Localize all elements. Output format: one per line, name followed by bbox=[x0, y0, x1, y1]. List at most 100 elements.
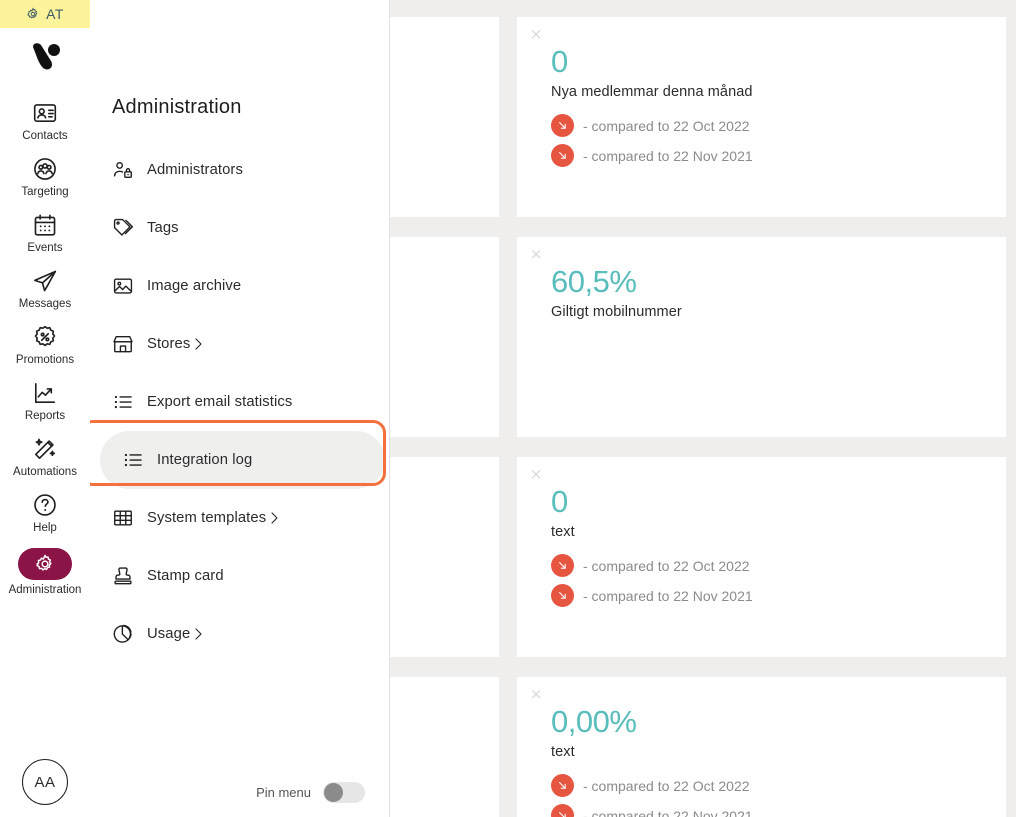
menu-item-usage[interactable]: Usage bbox=[90, 605, 389, 663]
comparison-row: - compared to 22 Oct 2022 bbox=[551, 774, 984, 797]
comparison-text: - compared to 22 Nov 2021 bbox=[583, 147, 753, 164]
menu-list: Administrators Tags Image archive Stores Exp… bbox=[90, 141, 389, 663]
nav-item-label: Reports bbox=[24, 410, 66, 422]
comparison-list: - compared to 22 Oct 2022 - compared to 2… bbox=[551, 114, 984, 167]
avatar-initials: AA bbox=[22, 759, 68, 805]
pin-menu-toggle[interactable] bbox=[323, 782, 365, 803]
pin-menu-row[interactable]: Pin menu bbox=[256, 782, 365, 803]
menu-title: Administration bbox=[112, 96, 242, 118]
comparison-list: - compared to 22 Oct 2022 - compared to 2… bbox=[551, 554, 984, 607]
metric-card: × 0 Nya medlemmar denna månad - compared to… bbox=[517, 17, 1006, 217]
menu-item-label: Export email statistics bbox=[147, 394, 293, 410]
metric-card: × 0,00% text - compared to 22 Oct 2022- com… bbox=[517, 677, 1006, 817]
metric-card: × 0 text - compared to 22 Oct 2022- compare… bbox=[517, 457, 1006, 657]
card-close-icon[interactable]: × bbox=[529, 247, 543, 262]
primary-nav-rail: AT Contacts Targeting Events Messages Promot… bbox=[0, 0, 90, 817]
nav-item-label: Promotions bbox=[15, 354, 75, 366]
menu-item-label: Image archive bbox=[147, 278, 242, 294]
menu-item-tags[interactable]: Tags bbox=[90, 199, 389, 257]
trend-down-icon bbox=[551, 584, 574, 607]
nav-item-label: Messages bbox=[18, 298, 72, 310]
menu-item-stores[interactable]: Stores bbox=[90, 315, 389, 373]
trend-down-icon bbox=[551, 554, 574, 577]
nav-item-automations[interactable]: Automations bbox=[0, 430, 90, 486]
menu-item-label: Stores bbox=[147, 336, 191, 352]
card-close-icon[interactable]: × bbox=[529, 687, 543, 702]
card-close-icon[interactable]: × bbox=[529, 27, 543, 42]
chevron-right-icon[interactable] bbox=[266, 510, 282, 526]
trend-down-icon bbox=[551, 774, 574, 797]
menu-item-label: System templates bbox=[147, 510, 267, 526]
comparison-text: - compared to 22 Nov 2021 bbox=[583, 587, 753, 604]
menu-item-export-email-statistics[interactable]: Export email statistics bbox=[90, 373, 389, 431]
audience-circle-icon bbox=[32, 156, 58, 182]
trend-down-icon bbox=[551, 144, 574, 167]
list-icon bbox=[122, 449, 144, 471]
metric-value: 60,5% bbox=[551, 264, 637, 299]
comparison-text: - compared to 22 Oct 2022 bbox=[583, 777, 750, 794]
menu-item-label: Stamp card bbox=[147, 568, 224, 584]
comparison-row: - compared to 22 Nov 2021 bbox=[551, 144, 984, 167]
image-icon bbox=[112, 275, 134, 297]
nav-item-help[interactable]: Help bbox=[0, 486, 90, 542]
comparison-list: - compared to 22 Oct 2022 - compared to 2… bbox=[551, 774, 984, 817]
metric-card: × 60,5% Giltigt mobilnummer bbox=[517, 237, 1006, 437]
comparison-row: - compared to 22 Oct 2022 bbox=[551, 114, 984, 137]
nav-item-administration[interactable]: Administration bbox=[0, 542, 90, 604]
chevron-right-icon[interactable] bbox=[190, 336, 206, 352]
pin-menu-toggle-knob bbox=[324, 783, 343, 802]
comparison-text: - compared to 22 Oct 2022 bbox=[583, 557, 750, 574]
menu-item-image-archive[interactable]: Image archive bbox=[90, 257, 389, 315]
menu-item-label: Usage bbox=[147, 626, 191, 642]
menu-item-stamp-card[interactable]: Stamp card bbox=[90, 547, 389, 605]
impersonation-banner[interactable]: AT bbox=[0, 0, 90, 28]
gear-icon bbox=[34, 553, 56, 575]
nav-item-contacts[interactable]: Contacts bbox=[0, 94, 90, 150]
menu-item-label: Integration log bbox=[157, 452, 253, 468]
metric-label: Giltigt mobilnummer bbox=[551, 304, 682, 320]
nav-item-label: Events bbox=[27, 242, 63, 254]
pie-chart-icon bbox=[112, 623, 134, 645]
contact-card-icon bbox=[32, 100, 58, 126]
nav-item-messages[interactable]: Messages bbox=[0, 262, 90, 318]
active-nav-pill bbox=[18, 548, 72, 580]
nav-item-label: Contacts bbox=[22, 130, 68, 142]
brand-logo bbox=[0, 28, 90, 86]
store-icon bbox=[112, 333, 134, 355]
metric-value: 0,00% bbox=[551, 704, 637, 739]
magic-wand-icon bbox=[32, 436, 58, 462]
list-icon bbox=[112, 391, 134, 413]
metric-label: text bbox=[551, 524, 575, 540]
metric-label: Nya medlemmar denna månad bbox=[551, 84, 753, 100]
nav-item-reports[interactable]: Reports bbox=[0, 374, 90, 430]
menu-item-integration-log[interactable]: Integration log bbox=[100, 431, 385, 489]
trend-down-icon bbox=[551, 114, 574, 137]
nav-item-label: Administration bbox=[8, 584, 82, 596]
comparison-row: - compared to 22 Nov 2021 bbox=[551, 584, 984, 607]
nav-item-list: Contacts Targeting Events Messages Promotion… bbox=[0, 86, 90, 604]
user-avatar[interactable]: AA bbox=[0, 759, 90, 805]
comparison-text: - compared to 22 Oct 2022 bbox=[583, 117, 750, 134]
nav-item-targeting[interactable]: Targeting bbox=[0, 150, 90, 206]
metric-value: 0 bbox=[551, 484, 568, 519]
nav-item-label: Help bbox=[33, 522, 57, 534]
menu-item-label: Administrators bbox=[147, 162, 243, 178]
question-circle-icon bbox=[32, 492, 58, 518]
app-root: × × 0 Nya medlemmar denna månad - compared t… bbox=[0, 0, 1016, 817]
nav-item-promotions[interactable]: Promotions bbox=[0, 318, 90, 374]
card-close-icon[interactable]: × bbox=[529, 467, 543, 482]
metric-card-body: 0,00% text - compared to 22 Oct 2022- comp… bbox=[539, 697, 984, 817]
menu-item-administrators[interactable]: Administrators bbox=[90, 141, 389, 199]
administration-menu-panel: Administration Administrators Tags Image a… bbox=[90, 0, 390, 817]
metric-label: text bbox=[551, 744, 575, 760]
comparison-row: - compared to 22 Nov 2021 bbox=[551, 804, 984, 817]
user-lock-icon bbox=[112, 159, 134, 181]
comparison-row: - compared to 22 Oct 2022 bbox=[551, 554, 984, 577]
metric-card-body: 0 text - compared to 22 Oct 2022- compared… bbox=[539, 477, 984, 607]
gear-icon bbox=[26, 7, 40, 21]
chevron-right-icon[interactable] bbox=[190, 626, 206, 642]
trend-down-icon bbox=[551, 804, 574, 817]
impersonation-banner-label: AT bbox=[46, 6, 64, 22]
nav-item-events[interactable]: Events bbox=[0, 206, 90, 262]
menu-item-system-templates[interactable]: System templates bbox=[90, 489, 389, 547]
